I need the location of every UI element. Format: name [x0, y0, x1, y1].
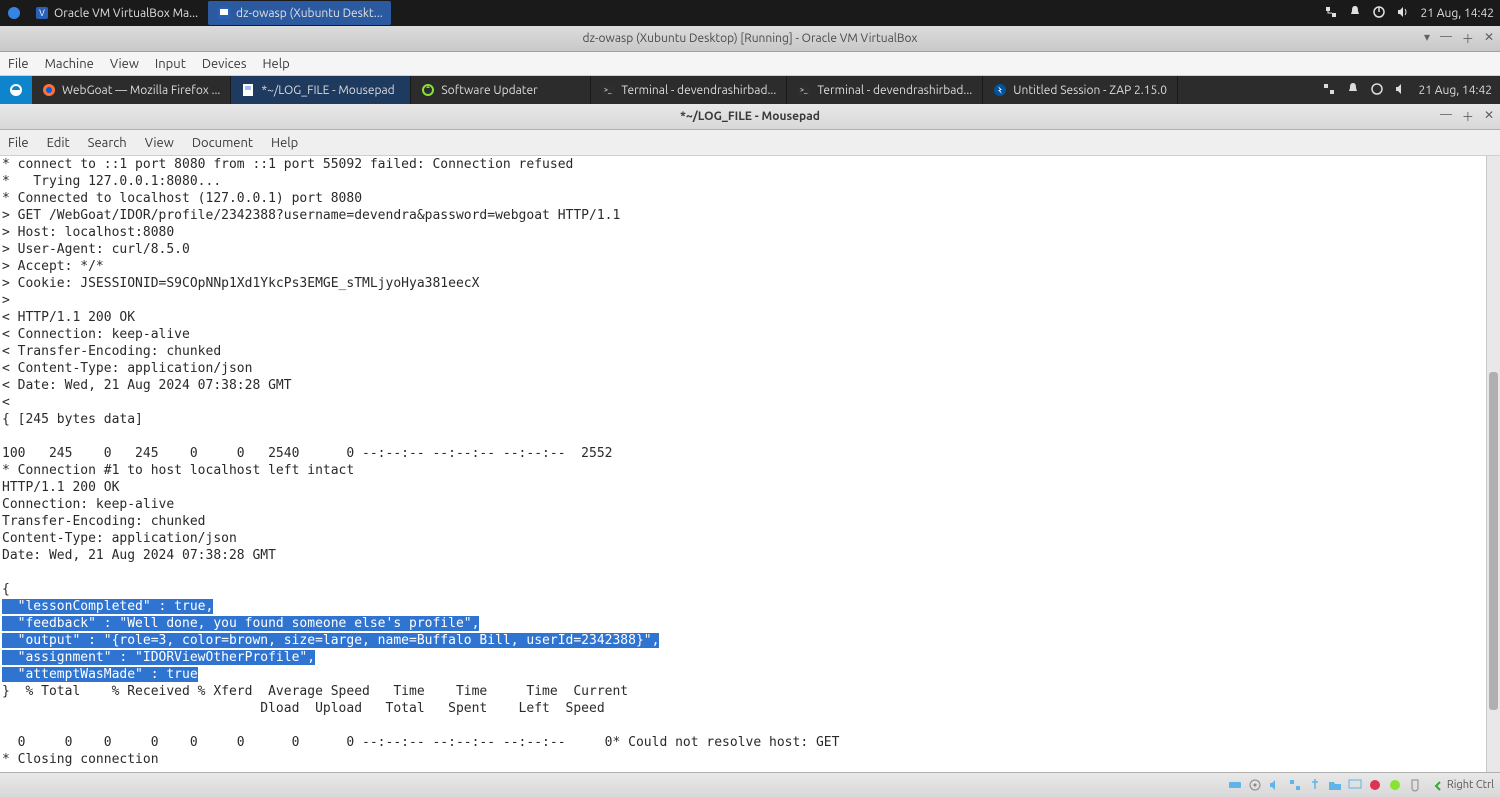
- guest-task-software-updater[interactable]: Software Updater: [411, 76, 591, 104]
- vb-hdd-icon[interactable]: [1227, 777, 1243, 793]
- guest-tray: 21 Aug, 14:42: [1314, 82, 1500, 99]
- guest-task-mousepad[interactable]: *~/LOG_FILE - Mousepad: [231, 76, 411, 104]
- vb-menubar: File Machine View Input Devices Help: [0, 52, 1500, 76]
- vb-menu-view[interactable]: View: [110, 57, 139, 71]
- guest-task-label: WebGoat — Mozilla Firefox ...: [62, 84, 220, 97]
- vb-menu-file[interactable]: File: [8, 57, 29, 71]
- mousepad-menu-document[interactable]: Document: [192, 136, 253, 150]
- vb-audio-icon[interactable]: [1267, 777, 1283, 793]
- host-top-panel: V Oracle VM VirtualBox Ma... dz-owasp (X…: [0, 0, 1500, 26]
- guest-top-panel: WebGoat — Mozilla Firefox ... *~/LOG_FIL…: [0, 76, 1500, 104]
- host-clock[interactable]: 21 Aug, 14:42: [1420, 7, 1494, 20]
- guest-task-label: Terminal - devendrashirbad...: [621, 84, 776, 97]
- vb-optical-icon[interactable]: [1247, 777, 1263, 793]
- firefox-icon: [42, 83, 56, 97]
- mousepad-menu-file[interactable]: File: [8, 136, 29, 150]
- guest-task-terminal-1[interactable]: >_ Terminal - devendrashirbad...: [591, 76, 787, 104]
- network-icon[interactable]: [1324, 5, 1338, 22]
- host-task-vm-window[interactable]: dz-owasp (Xubuntu Deskt...: [208, 1, 391, 25]
- vb-keyboard-icon[interactable]: [1427, 777, 1443, 793]
- vb-menu-machine[interactable]: Machine: [45, 57, 94, 71]
- svg-text:>_: >_: [800, 86, 808, 94]
- host-menu-icon[interactable]: [6, 5, 22, 21]
- vb-recording-icon[interactable]: [1367, 777, 1383, 793]
- bell-icon[interactable]: [1346, 82, 1360, 99]
- virtualbox-icon: V: [34, 5, 50, 21]
- vb-display-icon[interactable]: [1347, 777, 1363, 793]
- guest-clock[interactable]: 21 Aug, 14:42: [1418, 84, 1492, 97]
- mousepad-menu-edit[interactable]: Edit: [47, 136, 70, 150]
- mousepad-title: *~/LOG_FILE - Mousepad: [680, 110, 820, 123]
- volume-icon[interactable]: [1394, 82, 1408, 99]
- zap-icon: [993, 83, 1007, 97]
- vb-mouse-icon[interactable]: [1407, 777, 1423, 793]
- vb-network-icon[interactable]: [1287, 777, 1303, 793]
- host-task-virtualbox-manager[interactable]: V Oracle VM VirtualBox Ma...: [26, 1, 206, 25]
- guest-task-label: Terminal - devendrashirbad...: [817, 84, 972, 97]
- minimize-icon[interactable]: —: [1440, 108, 1452, 125]
- editor-area: * connect to ::1 port 8080 from ::1 port…: [0, 156, 1500, 772]
- mousepad-titlebar[interactable]: *~/LOG_FILE - Mousepad — ＋ ✕: [0, 104, 1500, 130]
- virtualbox-vm-icon: [216, 5, 232, 21]
- maximize-icon[interactable]: ＋: [1462, 108, 1474, 125]
- vb-window-title: dz-owasp (Xubuntu Desktop) [Running] - O…: [582, 32, 917, 45]
- terminal-icon: >_: [797, 83, 811, 97]
- mousepad-icon: [241, 83, 255, 97]
- vb-menu-input[interactable]: Input: [155, 57, 186, 71]
- close-icon[interactable]: ✕: [1484, 30, 1494, 47]
- vb-window-titlebar[interactable]: dz-owasp (Xubuntu Desktop) [Running] - O…: [0, 26, 1500, 52]
- guest-task-label: Untitled Session - ZAP 2.15.0: [1013, 84, 1167, 97]
- host-task-label: dz-owasp (Xubuntu Deskt...: [236, 7, 383, 20]
- host-tray: 21 Aug, 14:42: [1324, 5, 1494, 22]
- mousepad-menu-help[interactable]: Help: [271, 136, 298, 150]
- vb-shared-folders-icon[interactable]: [1327, 777, 1343, 793]
- expand-icon[interactable]: ▾: [1424, 30, 1430, 47]
- guest-task-label: *~/LOG_FILE - Mousepad: [261, 84, 394, 97]
- mousepad-menu-view[interactable]: View: [145, 136, 174, 150]
- guest-task-firefox[interactable]: WebGoat — Mozilla Firefox ...: [32, 76, 231, 104]
- vb-statusbar: Right Ctrl: [0, 772, 1500, 797]
- mousepad-menubar: File Edit Search View Document Help: [0, 130, 1500, 156]
- volume-icon[interactable]: [1396, 5, 1410, 22]
- close-icon[interactable]: ✕: [1484, 108, 1494, 125]
- power-icon[interactable]: [1370, 82, 1384, 99]
- scrollbar-thumb[interactable]: [1489, 372, 1498, 711]
- vb-usb-icon[interactable]: [1307, 777, 1323, 793]
- whisker-menu-button[interactable]: [0, 76, 32, 104]
- guest-task-terminal-2[interactable]: >_ Terminal - devendrashirbad...: [787, 76, 983, 104]
- vb-host-key[interactable]: Right Ctrl: [1447, 779, 1494, 791]
- svg-text:>_: >_: [604, 86, 612, 94]
- svg-text:V: V: [39, 8, 45, 18]
- vertical-scrollbar[interactable]: [1486, 156, 1500, 772]
- host-task-label: Oracle VM VirtualBox Ma...: [54, 7, 198, 20]
- minimize-icon[interactable]: —: [1440, 30, 1452, 47]
- power-icon[interactable]: [1372, 5, 1386, 22]
- maximize-icon[interactable]: ＋: [1462, 30, 1474, 47]
- guest-task-zap[interactable]: Untitled Session - ZAP 2.15.0: [983, 76, 1178, 104]
- vb-menu-help[interactable]: Help: [263, 57, 290, 71]
- mousepad-menu-search[interactable]: Search: [88, 136, 127, 150]
- bell-icon[interactable]: [1348, 5, 1362, 22]
- text-editor[interactable]: * connect to ::1 port 8080 from ::1 port…: [0, 156, 1486, 772]
- updater-icon: [421, 83, 435, 97]
- vb-menu-devices[interactable]: Devices: [202, 57, 247, 71]
- vb-guest-additions-icon[interactable]: [1387, 777, 1403, 793]
- network-icon[interactable]: [1322, 82, 1336, 99]
- guest-task-label: Software Updater: [441, 84, 537, 97]
- terminal-icon: >_: [601, 83, 615, 97]
